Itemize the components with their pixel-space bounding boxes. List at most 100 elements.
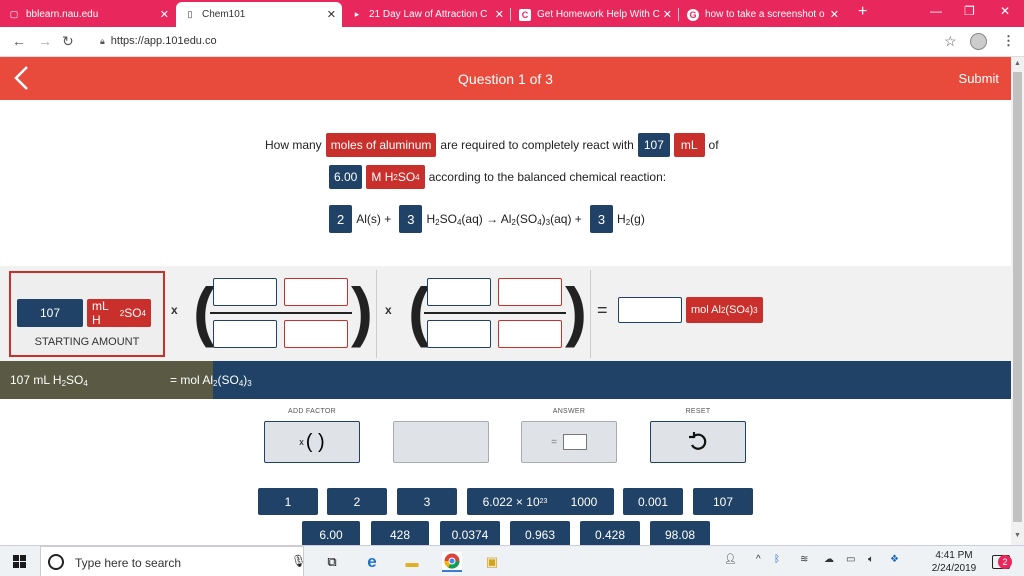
- google-icon: G: [687, 8, 699, 21]
- num-key-avogadro[interactable]: 6.022 × 10 23: [467, 488, 563, 515]
- factor2-denominator-unit[interactable]: [498, 320, 562, 348]
- microphone-icon[interactable]: 🎙︎: [291, 554, 306, 568]
- tab-youtube[interactable]: ▸ 21 Day Law of Attraction C ✕: [343, 2, 511, 27]
- num-key-107[interactable]: 107: [693, 488, 753, 515]
- question-header: Question 1 of 3 Submit: [0, 57, 1011, 100]
- new-tab-button[interactable]: +: [858, 3, 867, 21]
- window-close-icon[interactable]: ✕: [1000, 4, 1010, 18]
- right-paren: ): [351, 274, 373, 348]
- num-key-6.00[interactable]: 6.00: [302, 521, 360, 548]
- divider: [376, 270, 377, 358]
- starting-amount-box[interactable]: 107 mL H 2 SO 4 STARTING AMOUNT: [9, 271, 165, 357]
- lock-icon: 🔒︎: [100, 35, 105, 46]
- cortana-icon: [48, 554, 64, 570]
- notification-count-badge: 2: [998, 555, 1012, 569]
- wifi-icon[interactable]: ≋: [800, 554, 808, 565]
- balanced-reaction: 2 Al(s) + 3 H2SO4(aq) → Al2(SO4)3(aq) + …: [325, 205, 645, 233]
- add-factor-button[interactable]: x ( ): [264, 421, 360, 463]
- num-key-0.0374[interactable]: 0.0374: [440, 521, 500, 548]
- menu-kebab-icon[interactable]: ⋮: [1002, 33, 1015, 49]
- tab-chegg[interactable]: C Get Homework Help With C ✕: [511, 2, 679, 27]
- num-key-1000[interactable]: 1000: [554, 488, 614, 515]
- url-field[interactable]: 🔒︎ https://app.101edu.co: [100, 35, 217, 47]
- people-icon[interactable]: 👤︎: [724, 554, 737, 565]
- restore-icon[interactable]: ❐: [964, 4, 975, 18]
- question-line-2: 6.00 M H 2 SO 4 according to the balanced c…: [325, 165, 666, 189]
- taskbar-search-box[interactable]: Type here to search 🎙︎: [40, 546, 306, 576]
- file-explorer-icon[interactable]: ▬: [402, 552, 422, 572]
- factor2-denominator-value[interactable]: [427, 320, 491, 348]
- dimensional-analysis-workspace: 107 mL H 2 SO 4 STARTING AMOUNT x ( ) x ( )…: [0, 266, 1011, 362]
- browser-tab-strip: ▢ bblearn.nau.edu ✕ ▯ Chem101 ✕ ▸ 21 Day…: [0, 0, 1024, 27]
- dropbox-icon[interactable]: ❖: [890, 554, 899, 565]
- tab-google[interactable]: G how to take a screenshot o ✕: [679, 2, 845, 27]
- back-arrow-icon[interactable]: ←: [12, 33, 26, 49]
- num-key-428[interactable]: 428: [371, 521, 429, 548]
- page-scrollbar[interactable]: ▲ ▼: [1011, 57, 1024, 545]
- question-text: of: [708, 138, 719, 152]
- tab-chem101[interactable]: ▯ Chem101 ✕: [176, 2, 342, 27]
- page-icon: ▢: [9, 9, 19, 19]
- close-icon[interactable]: ✕: [495, 8, 504, 21]
- forward-arrow-icon[interactable]: →: [38, 33, 52, 49]
- chevron-up-icon[interactable]: ^: [756, 554, 761, 565]
- factor1-denominator-unit[interactable]: [284, 320, 348, 348]
- clock-date: 2/24/2019: [931, 563, 977, 574]
- cloud-icon[interactable]: ☁︎: [824, 554, 834, 565]
- multiply-sign: x: [385, 303, 392, 317]
- reset-button[interactable]: [650, 421, 746, 463]
- factor2-numerator-value[interactable]: [427, 278, 491, 306]
- bookmark-star-icon[interactable]: ☆: [944, 33, 957, 50]
- question-text: are required to completely react with: [440, 138, 634, 152]
- target-unit-chip: moles of aluminum: [325, 133, 437, 157]
- coefficient-chip: 3: [399, 205, 423, 233]
- num-key-0.428[interactable]: 0.428: [580, 521, 640, 548]
- num-key-1[interactable]: 1: [258, 488, 318, 515]
- start-value-chip: 107: [17, 299, 83, 327]
- factor1-numerator-value[interactable]: [213, 278, 277, 306]
- reaction-species: H2SO4(aq) → Al2(SO4)3(aq) +: [426, 211, 582, 227]
- minimize-icon[interactable]: —: [930, 4, 942, 18]
- close-icon[interactable]: ✕: [830, 8, 839, 21]
- factor1-numerator-unit[interactable]: [284, 278, 348, 306]
- factor1-denominator-value[interactable]: [213, 320, 277, 348]
- given-unit-chip: mL: [673, 133, 705, 157]
- edge-icon[interactable]: e: [362, 552, 382, 572]
- task-view-icon[interactable]: ⧉: [322, 552, 342, 572]
- clock-time: 4:41 PM: [935, 550, 973, 561]
- left-paren: (: [193, 274, 215, 348]
- given-value-chip: 107: [637, 133, 670, 157]
- volume-icon[interactable]: 🔈︎: [868, 554, 874, 565]
- result-value-field[interactable]: [618, 297, 682, 323]
- question-text: How many: [265, 138, 322, 152]
- start-unit-chip: mL H 2 SO 4: [87, 299, 151, 327]
- scroll-down-icon[interactable]: ▼: [1014, 532, 1021, 539]
- chrome-icon[interactable]: [442, 552, 462, 572]
- scrollbar-thumb[interactable]: [1013, 72, 1022, 522]
- bluetooth-icon[interactable]: ᛒ: [774, 554, 780, 565]
- factor2-numerator-unit[interactable]: [498, 278, 562, 306]
- battery-icon[interactable]: ▭: [846, 554, 855, 565]
- blank-control: [393, 421, 489, 463]
- close-icon[interactable]: ✕: [160, 8, 169, 21]
- num-key-0.001[interactable]: 0.001: [623, 488, 683, 515]
- system-clock[interactable]: 4:41 PM 2/24/2019: [928, 549, 980, 575]
- profile-avatar[interactable]: [970, 33, 987, 50]
- scroll-up-icon[interactable]: ▲: [1014, 60, 1021, 67]
- close-icon[interactable]: ✕: [327, 8, 336, 21]
- result-unit-chip: mol Al 2 (SO 4) 3: [686, 297, 763, 323]
- starting-amount-label: STARTING AMOUNT: [34, 336, 140, 348]
- num-key-98.08[interactable]: 98.08: [650, 521, 710, 548]
- youtube-icon: ▸: [354, 9, 360, 19]
- num-key-3[interactable]: 3: [397, 488, 457, 515]
- store-icon[interactable]: ▣: [482, 552, 502, 572]
- reload-icon[interactable]: ↻: [62, 33, 74, 50]
- num-key-0.963[interactable]: 0.963: [510, 521, 570, 548]
- close-icon[interactable]: ✕: [663, 8, 672, 21]
- tab-bblearn[interactable]: ▢ bblearn.nau.edu ✕: [0, 2, 175, 27]
- windows-start-icon[interactable]: [13, 555, 26, 568]
- num-key-2[interactable]: 2: [327, 488, 387, 515]
- summary-result-text: = mol Al2(SO4)3: [170, 373, 252, 388]
- submit-button[interactable]: Submit: [959, 71, 999, 86]
- answer-button[interactable]: =: [521, 421, 617, 463]
